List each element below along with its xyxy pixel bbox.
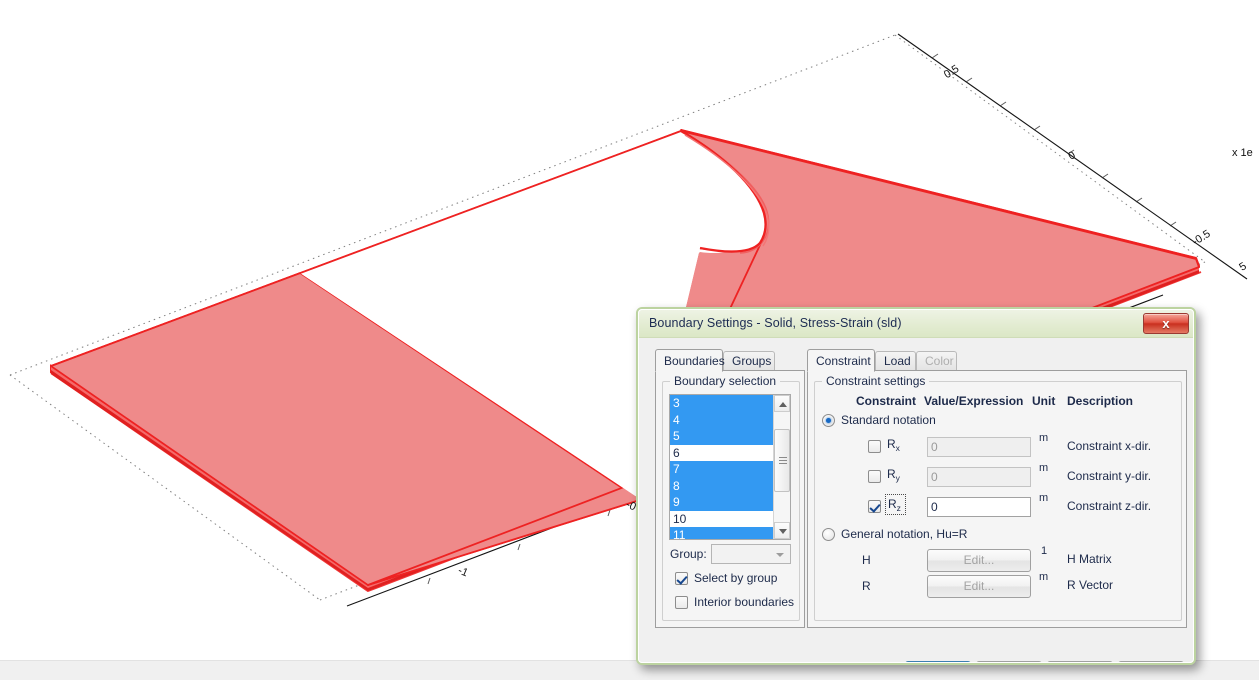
- list-item-label: 10: [673, 511, 687, 526]
- ok-button[interactable]: OK: [905, 661, 971, 662]
- rz-value-input[interactable]: 0: [927, 497, 1031, 517]
- ry-checkbox[interactable]: [868, 470, 881, 483]
- axis-scale-label: x 1e: [1232, 147, 1253, 159]
- list-item-label: 8: [673, 478, 680, 493]
- r-vector-description: R Vector: [1067, 578, 1114, 592]
- list-item-label: 6: [673, 445, 680, 460]
- select-by-group-checkbox[interactable]: [675, 572, 688, 585]
- h-matrix-description: H Matrix: [1067, 552, 1112, 566]
- rz-description: Constraint z-dir.: [1067, 499, 1152, 513]
- constraint-settings-title: Constraint settings: [822, 374, 930, 388]
- ry-label-name: R: [887, 467, 896, 481]
- scrollbar-grip-icon: [779, 457, 787, 466]
- tab-groups[interactable]: Groups: [723, 351, 775, 371]
- rx-description: Constraint x-dir.: [1067, 439, 1152, 453]
- help-button[interactable]: Help: [1118, 661, 1184, 662]
- scroll-down-icon[interactable]: [774, 522, 790, 539]
- general-notation-label: General notation, Hu=R: [841, 527, 968, 541]
- list-item-label: 9: [673, 495, 680, 509]
- left-tabstrip[interactable]: Boundaries Groups: [655, 349, 805, 372]
- dialog-titlebar[interactable]: Boundary Settings - Solid, Stress-Strain…: [639, 310, 1193, 338]
- rx-label-name: R: [887, 437, 896, 451]
- list-item-label: 7: [673, 462, 680, 476]
- tab-color-label: Color: [925, 354, 954, 368]
- general-notation-radio[interactable]: [822, 528, 835, 541]
- rz-label-name: R: [888, 497, 897, 511]
- group-dropdown[interactable]: [711, 544, 791, 564]
- close-icon-glyph: x: [1162, 316, 1170, 331]
- boundary-settings-dialog[interactable]: Boundary Settings - Solid, Stress-Strain…: [636, 307, 1196, 665]
- standard-notation-radio[interactable]: [822, 414, 835, 427]
- column-header-description: Description: [1067, 394, 1134, 408]
- tab-constraint-label: Constraint: [816, 354, 871, 368]
- close-icon[interactable]: x: [1143, 313, 1189, 334]
- ry-description: Constraint y-dir.: [1067, 469, 1152, 483]
- column-header-value: Value/Expression: [924, 394, 1024, 408]
- boundary-list-items[interactable]: 3 4 5 6 7 8 9 10 11: [670, 395, 773, 539]
- constraint-settings-groupbox: Constraint settings Constraint Value/Exp…: [814, 374, 1182, 621]
- interior-boundaries-label: Interior boundaries: [694, 595, 795, 609]
- list-item-label: 5: [673, 429, 680, 443]
- rx-checkbox[interactable]: [868, 440, 881, 453]
- application-window: 0.5 0 -0.5 5 x 1e -1 -0 Boundary Setting…: [0, 0, 1259, 680]
- list-item[interactable]: 9: [670, 494, 773, 511]
- ry-label-sub: y: [895, 473, 900, 483]
- boundary-list-scrollbar[interactable]: [773, 395, 790, 539]
- rz-unit: m: [1039, 492, 1049, 504]
- boundary-selection-groupbox: Boundary selection 3 4 5 6 7 8 9 10 11 G…: [662, 374, 800, 621]
- ry-label: Ry: [887, 467, 900, 483]
- column-header-constraint: Constraint: [856, 394, 916, 408]
- r-vector-label: R: [862, 579, 871, 593]
- list-item[interactable]: 4: [670, 411, 773, 428]
- constraint-tab-page: Constraint settings Constraint Value/Exp…: [807, 370, 1187, 628]
- boundaries-tab-page: Boundary selection 3 4 5 6 7 8 9 10 11 G…: [655, 370, 805, 628]
- right-tabstrip[interactable]: Constraint Load Color: [807, 349, 1187, 372]
- tab-color: Color: [916, 351, 957, 371]
- list-item[interactable]: 10: [670, 511, 773, 528]
- chevron-down-icon: [776, 553, 784, 557]
- list-item[interactable]: 7: [670, 461, 773, 478]
- rx-label: Rx: [887, 437, 900, 453]
- tab-load-label: Load: [884, 354, 911, 368]
- rz-label-sub: z: [896, 503, 901, 513]
- tab-boundaries-label: Boundaries: [664, 354, 725, 368]
- standard-notation-label: Standard notation: [841, 413, 936, 427]
- list-item[interactable]: 3: [670, 395, 773, 412]
- boundary-list[interactable]: 3 4 5 6 7 8 9 10 11: [669, 394, 791, 540]
- apply-button[interactable]: Apply: [1047, 661, 1113, 662]
- scroll-up-icon[interactable]: [774, 395, 790, 412]
- group-label: Group:: [670, 547, 707, 561]
- ry-value-input[interactable]: 0: [927, 467, 1031, 487]
- list-item-label: 4: [673, 412, 680, 427]
- tab-boundaries[interactable]: Boundaries: [655, 349, 725, 372]
- interior-boundaries-checkbox[interactable]: [675, 596, 688, 609]
- cancel-button[interactable]: Cancel: [976, 661, 1042, 662]
- select-by-group-label: Select by group: [694, 571, 778, 585]
- column-header-unit: Unit: [1032, 394, 1056, 408]
- list-item[interactable]: 5: [670, 428, 773, 445]
- rx-unit: m: [1039, 432, 1049, 444]
- list-item[interactable]: 11: [670, 527, 773, 540]
- h-matrix-edit-button: Edit...: [927, 549, 1031, 572]
- h-matrix-label: H: [862, 553, 871, 567]
- rz-label: Rz: [888, 497, 901, 513]
- dialog-title: Boundary Settings - Solid, Stress-Strain…: [649, 316, 902, 330]
- scrollbar-thumb[interactable]: [774, 429, 790, 492]
- list-item[interactable]: 6: [670, 445, 773, 462]
- ry-unit: m: [1039, 462, 1049, 474]
- rz-checkbox[interactable]: [868, 500, 881, 513]
- r-vector-edit-button: Edit...: [927, 575, 1031, 598]
- boundary-selection-title: Boundary selection: [670, 374, 781, 388]
- tab-load[interactable]: Load: [875, 351, 916, 371]
- list-item-label: 11: [673, 528, 686, 540]
- r-vector-unit: m: [1039, 571, 1049, 583]
- rx-label-sub: x: [895, 443, 900, 453]
- list-item[interactable]: 8: [670, 477, 773, 494]
- h-matrix-unit: 1: [1041, 545, 1048, 557]
- rx-value-input[interactable]: 0: [927, 437, 1031, 457]
- list-item-label: 3: [673, 396, 680, 410]
- tab-groups-label: Groups: [732, 354, 772, 368]
- tab-constraint[interactable]: Constraint: [807, 349, 875, 372]
